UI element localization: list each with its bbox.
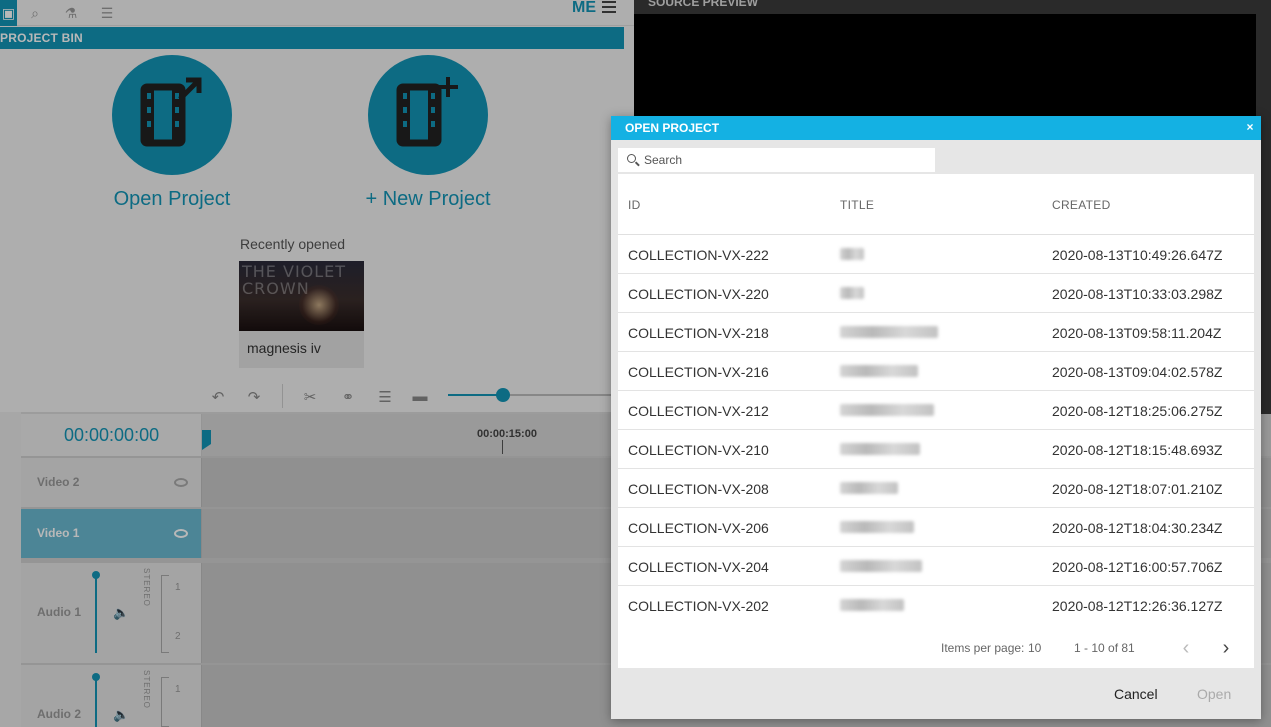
open-project-dialog: OPEN PROJECT × ID TITLE CREATED COLLECTI… [611,116,1261,719]
cell-created: 2020-08-12T18:07:01.210Z [1052,481,1223,497]
cell-created: 2020-08-13T10:49:26.647Z [1052,247,1223,263]
table-row[interactable]: COLLECTION-VX-220 2020-08-13T10:33:03.29… [618,274,1254,313]
cell-id: COLLECTION-VX-220 [628,286,769,302]
cell-id: COLLECTION-VX-218 [628,325,769,341]
projects-table: ID TITLE CREATED COLLECTION-VX-222 2020-… [618,174,1254,668]
cell-title-redacted [840,325,938,341]
table-row[interactable]: COLLECTION-VX-206 2020-08-12T18:04:30.23… [618,508,1254,547]
cell-id: COLLECTION-VX-204 [628,559,769,575]
search-input[interactable] [644,150,929,170]
previous-page-icon[interactable]: ‹ [1174,636,1198,660]
table-header: ID TITLE CREATED [618,174,1254,235]
cell-created: 2020-08-12T18:04:30.234Z [1052,520,1223,536]
cell-created: 2020-08-13T10:33:03.298Z [1052,286,1223,302]
cell-title-redacted [840,559,922,575]
search-icon [627,154,636,163]
cell-id: COLLECTION-VX-210 [628,442,769,458]
cell-title-redacted [840,403,934,419]
search-box[interactable] [618,148,935,172]
cell-title-redacted [840,481,898,497]
table-row[interactable]: COLLECTION-VX-202 2020-08-12T12:26:36.12… [618,586,1254,625]
cell-created: 2020-08-12T18:15:48.693Z [1052,442,1223,458]
dialog-title: OPEN PROJECT [611,116,1261,140]
items-per-page-select[interactable]: 10 [1028,641,1041,655]
cell-title-redacted [840,598,904,614]
next-page-icon[interactable]: › [1214,636,1238,660]
cell-created: 2020-08-12T16:00:57.706Z [1052,559,1223,575]
items-per-page-label: Items per page: [941,641,1025,655]
column-header-id[interactable]: ID [628,198,641,212]
cell-id: COLLECTION-VX-216 [628,364,769,380]
cancel-button[interactable]: Cancel [1114,682,1158,706]
column-header-created[interactable]: CREATED [1052,198,1111,212]
cell-title-redacted [840,442,920,458]
cell-created: 2020-08-12T12:26:36.127Z [1052,598,1223,614]
column-header-title[interactable]: TITLE [840,198,874,212]
cell-id: COLLECTION-VX-212 [628,403,769,419]
cell-id: COLLECTION-VX-206 [628,520,769,536]
cell-title-redacted [840,520,914,536]
cell-id: COLLECTION-VX-222 [628,247,769,263]
cell-title-redacted [840,364,918,380]
table-row[interactable]: COLLECTION-VX-208 2020-08-12T18:07:01.21… [618,469,1254,508]
cell-title-redacted [840,247,864,263]
cell-created: 2020-08-13T09:04:02.578Z [1052,364,1223,380]
cell-title-redacted [840,286,864,302]
cell-created: 2020-08-12T18:25:06.275Z [1052,403,1223,419]
table-row[interactable]: COLLECTION-VX-216 2020-08-13T09:04:02.57… [618,352,1254,391]
open-button[interactable]: Open [1197,682,1231,706]
cell-created: 2020-08-13T09:58:11.204Z [1052,325,1222,341]
table-row[interactable]: COLLECTION-VX-218 2020-08-13T09:58:11.20… [618,313,1254,352]
cell-id: COLLECTION-VX-208 [628,481,769,497]
paginator: Items per page: 10 1 - 10 of 81 ‹ › [618,628,1254,668]
table-row[interactable]: COLLECTION-VX-204 2020-08-12T16:00:57.70… [618,547,1254,586]
table-row[interactable]: COLLECTION-VX-222 2020-08-13T10:49:26.64… [618,235,1254,274]
table-row[interactable]: COLLECTION-VX-210 2020-08-12T18:15:48.69… [618,430,1254,469]
table-row[interactable]: COLLECTION-VX-212 2020-08-12T18:25:06.27… [618,391,1254,430]
close-icon[interactable]: × [1243,116,1257,140]
cell-id: COLLECTION-VX-202 [628,598,769,614]
page-range-label: 1 - 10 of 81 [1074,641,1135,655]
